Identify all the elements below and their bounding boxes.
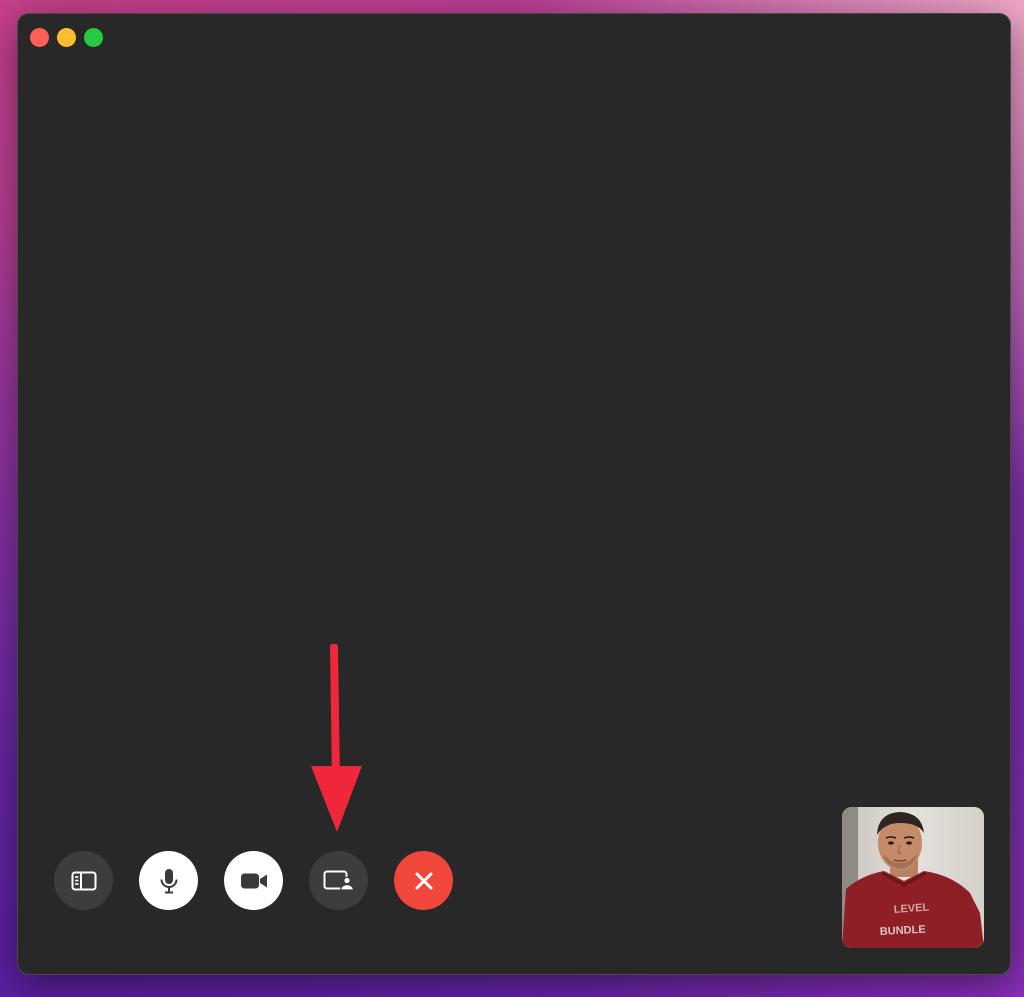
desktop-wallpaper: LEVEL BUNDLE [0,0,1024,997]
close-window-button[interactable] [30,28,49,47]
sidebar-toggle-button[interactable] [54,851,113,910]
video-camera-icon [240,873,267,888]
microphone-icon [160,868,177,893]
traffic-lights [30,28,103,47]
self-view-video[interactable]: LEVEL BUNDLE [842,807,984,948]
facetime-window: LEVEL BUNDLE [17,13,1011,975]
close-icon [415,872,432,889]
camera-button[interactable] [224,851,283,910]
sidebar-icon [71,871,96,890]
maximize-window-button[interactable] [84,28,103,47]
call-controls [54,851,453,910]
minimize-window-button[interactable] [57,28,76,47]
microphone-button[interactable] [139,851,198,910]
screen-share-button[interactable] [309,851,368,910]
end-call-button[interactable] [394,851,453,910]
svg-text:BUNDLE: BUNDLE [880,924,926,938]
self-view-person-image: LEVEL BUNDLE [842,807,984,948]
screen-share-icon [323,870,354,891]
svg-text:LEVEL: LEVEL [893,902,929,916]
